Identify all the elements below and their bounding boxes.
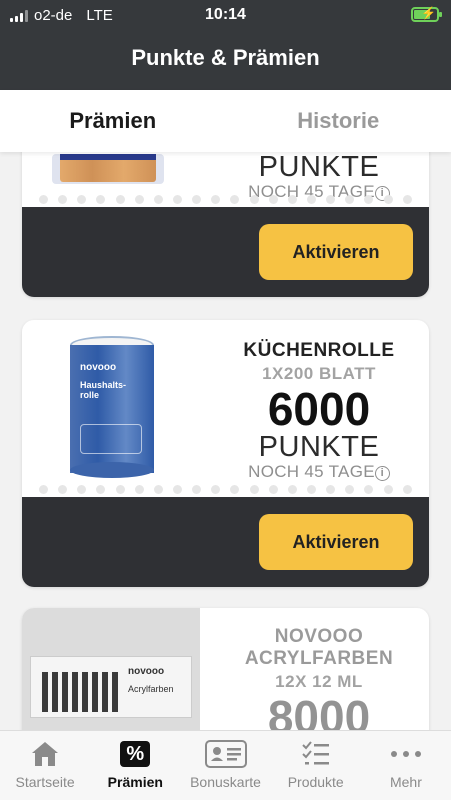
reward-name-line2: ACRYLFARBEN	[244, 648, 394, 669]
list-icon	[271, 739, 361, 769]
percent-icon: %	[90, 739, 180, 769]
nav-label: Startseite	[15, 774, 75, 790]
clock: 10:14	[205, 6, 246, 23]
reward-info: NOVOOO ACRYLFARBEN 12X 12 ML 8000	[219, 626, 419, 730]
status-bar: o2-de LTE 10:14 ⚡	[0, 0, 451, 30]
points-value: 8000	[267, 691, 371, 730]
tab-praemien[interactable]: Prämien	[0, 90, 226, 152]
reward-subtitle: 1X200 BLATT	[262, 364, 376, 383]
reward-name: NOVOOO	[274, 626, 364, 647]
page-title: Punkte & Prämien	[131, 45, 320, 70]
bottom-nav: Startseite % Prämien Bonuskarte Produkte…	[0, 730, 451, 800]
points-unit: PUNKTE	[258, 431, 380, 463]
validity-label: NOCH 45 TAGE i	[219, 462, 419, 482]
nav-label: Prämien	[107, 774, 163, 790]
nav-bonuskarte[interactable]: Bonuskarte	[180, 731, 270, 800]
info-icon[interactable]: i	[374, 466, 390, 482]
card-icon	[180, 739, 270, 769]
reward-card: PUNKTE NOCH 45 TAGE i Aktivieren	[22, 152, 429, 297]
product-label: Haushalts-rolle	[80, 380, 127, 400]
home-icon	[0, 739, 90, 769]
nav-mehr[interactable]: Mehr	[361, 731, 451, 800]
points-unit: PUNKTE	[258, 152, 380, 183]
tab-historie[interactable]: Historie	[226, 90, 451, 152]
perforation	[22, 485, 429, 497]
reward-card: novooo Acrylfarben NOVOOO ACRYLFARBEN 12…	[22, 608, 429, 730]
rewards-list[interactable]: PUNKTE NOCH 45 TAGE i Aktivieren novooo H…	[0, 152, 451, 730]
reward-card: novooo Haushalts-rolle KÜCHENROLLE 1X200…	[22, 320, 429, 587]
product-image: novooo Acrylfarben	[22, 608, 200, 730]
product-image: novooo Haushalts-rolle	[66, 334, 158, 480]
perforation	[22, 195, 429, 207]
nav-startseite[interactable]: Startseite	[0, 731, 90, 800]
nav-praemien[interactable]: % Prämien	[90, 731, 180, 800]
reward-info: KÜCHENROLLE 1X200 BLATT 6000 PUNKTE NOCH…	[219, 340, 419, 482]
reward-name: KÜCHENROLLE	[243, 340, 395, 361]
reward-subtitle: 12X 12 ML	[275, 672, 363, 691]
activate-button[interactable]: Aktivieren	[259, 224, 413, 280]
more-icon	[361, 739, 451, 769]
product-image	[52, 154, 164, 184]
product-brand: novooo	[128, 666, 165, 677]
product-brand: novooo	[80, 362, 117, 373]
activate-button[interactable]: Aktivieren	[259, 514, 413, 570]
nav-produkte[interactable]: Produkte	[271, 731, 361, 800]
points-value: 6000	[267, 383, 371, 435]
nav-label: Produkte	[287, 774, 344, 790]
product-label: Acrylfarben	[128, 684, 174, 694]
battery-icon: ⚡	[411, 6, 442, 22]
tab-bar: Prämien Historie	[0, 90, 451, 152]
nav-label: Mehr	[389, 774, 422, 790]
nav-label: Bonuskarte	[190, 774, 261, 790]
top-bar: o2-de LTE 10:14 ⚡ Punkte & Prämien	[0, 0, 451, 90]
